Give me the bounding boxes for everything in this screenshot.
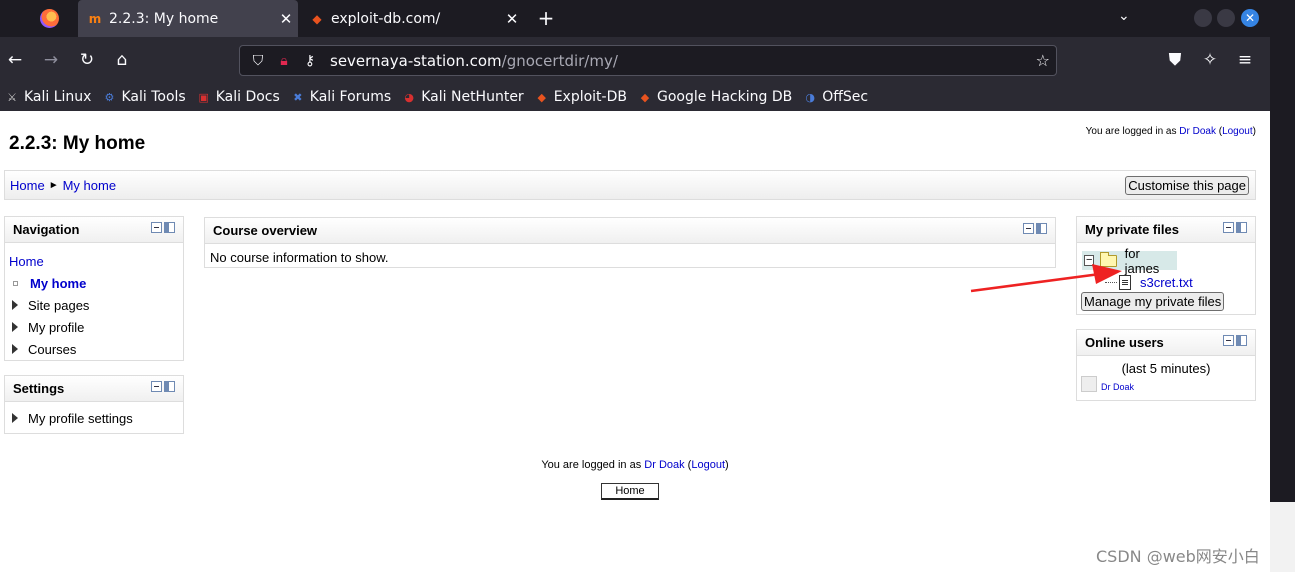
red-annotation-arrow-icon (970, 264, 1122, 293)
watermark: CSDN @web网安小白 (1096, 547, 1260, 566)
